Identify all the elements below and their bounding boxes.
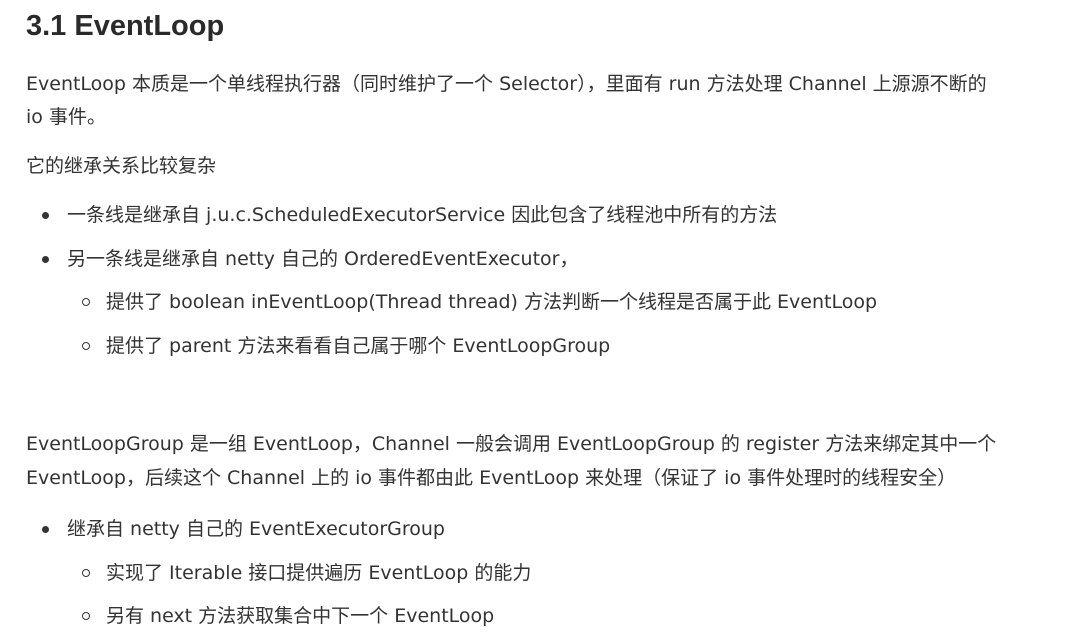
sub-list-item: 实现了 Iterable 接口提供遍历 EventLoop 的能力 (106, 562, 532, 584)
group-paragraph-line-1: EventLoopGroup 是一组 EventLoop，Channel 一般会… (26, 433, 997, 455)
intro-paragraph-line-1: EventLoop 本质是一个单线程执行器（同时维护了一个 Selector），… (26, 73, 987, 95)
bullet-circle-icon (82, 342, 90, 350)
sub-list-item: 另有 next 方法获取集合中下一个 EventLoop (106, 605, 495, 627)
bullet-circle-icon (82, 612, 90, 620)
sub-list-item: 提供了 parent 方法来看看自己属于哪个 EventLoopGroup (106, 335, 611, 357)
bullet-circle-icon (82, 298, 90, 306)
list-item: 一条线是继承自 j.u.c.ScheduledExecutorService 因… (67, 204, 778, 226)
group-paragraph-line-2: EventLoop，后续这个 Channel 上的 io 事件都由此 Event… (26, 467, 957, 489)
bullet-dot-icon (42, 212, 49, 219)
bullet-circle-icon (82, 569, 90, 577)
intro-paragraph-line-2: io 事件。 (26, 106, 106, 128)
inheritance-paragraph: 它的继承关系比较复杂 (26, 155, 217, 177)
sub-list-item: 提供了 boolean inEventLoop(Thread thread) 方… (106, 291, 878, 313)
section-heading: 3.1 EventLoop (26, 10, 225, 42)
list-item: 另一条线是继承自 netty 自己的 OrderedEventExecutor， (67, 248, 579, 270)
bullet-dot-icon (42, 256, 49, 263)
bullet-dot-icon (42, 526, 49, 533)
list-item: 继承自 netty 自己的 EventExecutorGroup (67, 518, 445, 540)
